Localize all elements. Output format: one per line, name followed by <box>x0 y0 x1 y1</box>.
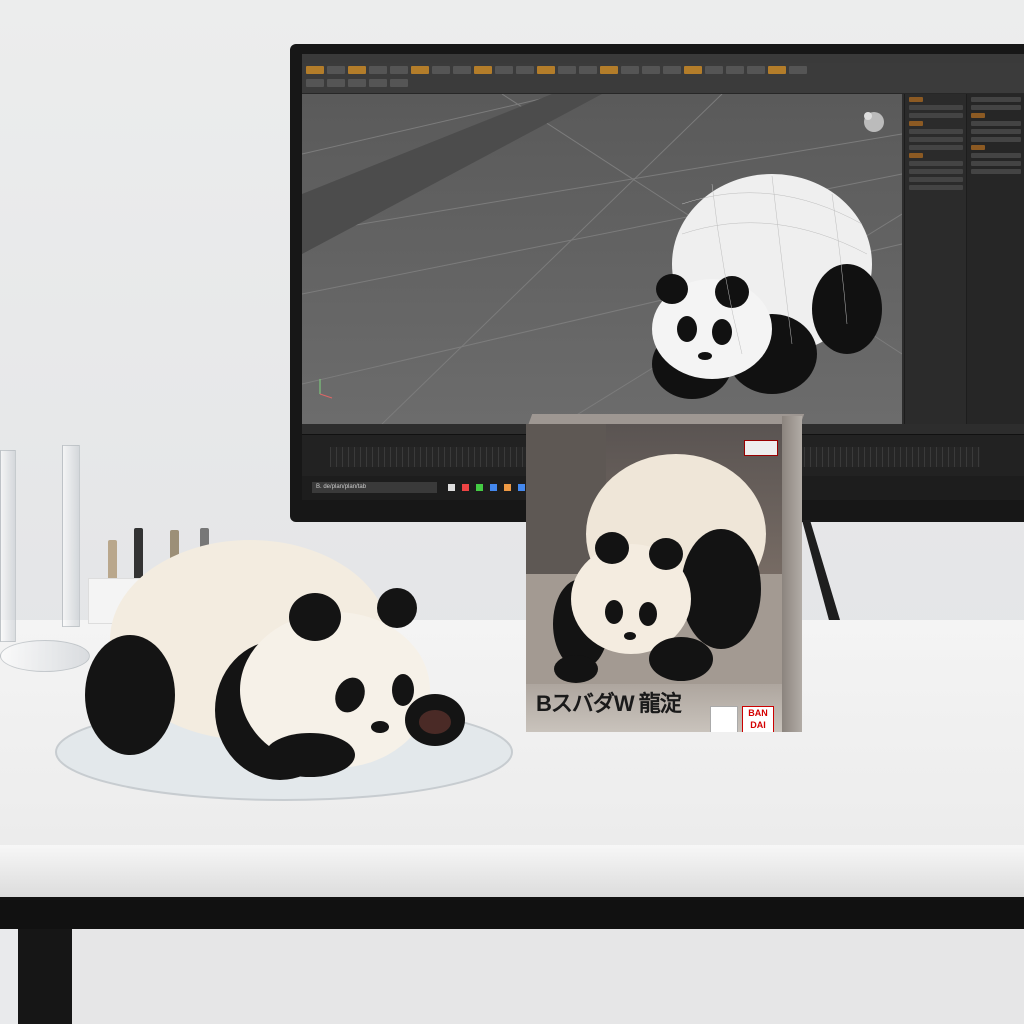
toolbar-button[interactable] <box>747 66 765 74</box>
floor <box>72 929 1024 1024</box>
panel-row[interactable] <box>971 169 1021 174</box>
brand-logo: BAN DAI <box>742 706 774 732</box>
box-panda-photo <box>526 424 782 684</box>
panda-3d-model[interactable] <box>652 174 882 399</box>
panel-row[interactable] <box>909 121 923 126</box>
toolbar-button[interactable] <box>348 66 366 74</box>
ground-shadow-band <box>302 94 602 254</box>
toolbar-button[interactable] <box>306 66 324 74</box>
toolbar-button[interactable] <box>453 66 471 74</box>
viewport-scene <box>302 94 902 424</box>
toolbar-button[interactable] <box>432 66 450 74</box>
toolbar-button[interactable] <box>684 66 702 74</box>
app-icon[interactable] <box>518 484 525 491</box>
toolbar-button[interactable] <box>663 66 681 74</box>
desk-edge <box>0 845 1024 898</box>
toolbar-button[interactable] <box>348 79 366 87</box>
panel-row[interactable] <box>971 161 1021 166</box>
toolbar-row-top <box>306 66 807 76</box>
toolbar-button[interactable] <box>327 66 345 74</box>
app-menu-bar[interactable] <box>302 54 1024 63</box>
acrylic-stand <box>0 450 16 642</box>
toolbar-button[interactable] <box>369 79 387 87</box>
command-input[interactable]: B. de/plan/plan/tab <box>312 482 437 493</box>
panel-row[interactable] <box>909 97 923 102</box>
outliner-panel[interactable] <box>904 94 967 424</box>
toolbar-button[interactable] <box>621 66 639 74</box>
app-icon[interactable] <box>462 484 469 491</box>
desk-frame <box>0 897 1024 929</box>
box-corner-badge <box>744 440 778 456</box>
app-icon[interactable] <box>504 484 511 491</box>
toolbar-row-bottom <box>306 79 408 89</box>
panel-row[interactable] <box>909 137 963 142</box>
panel-row[interactable] <box>909 129 963 134</box>
panel-row[interactable] <box>909 177 963 182</box>
toolbar-button[interactable] <box>600 66 618 74</box>
monitor-stand-arm <box>802 520 840 624</box>
acrylic-stand <box>62 445 80 627</box>
panel-row[interactable] <box>909 169 963 174</box>
app-toolbar <box>302 63 1024 94</box>
taskbar-icons <box>448 484 525 491</box>
panel-row[interactable] <box>909 145 963 150</box>
toolbar-button[interactable] <box>390 79 408 87</box>
view-cube[interactable] <box>864 112 884 132</box>
app-icon[interactable] <box>476 484 483 491</box>
app-icon[interactable] <box>490 484 497 491</box>
toolbar-button[interactable] <box>558 66 576 74</box>
box-front: BスバダW 龍淀 BAN DAI <box>526 424 782 732</box>
panel-row[interactable] <box>909 185 963 190</box>
toolbar-button[interactable] <box>306 79 324 87</box>
toolbar-button[interactable] <box>390 66 408 74</box>
axis-gizmo <box>319 379 333 399</box>
box-small-logo <box>710 706 738 732</box>
desk-leg <box>18 929 72 1024</box>
toolbar-button[interactable] <box>495 66 513 74</box>
toolbar-button[interactable] <box>474 66 492 74</box>
panel-row[interactable] <box>971 153 1021 158</box>
toolbar-button[interactable] <box>726 66 744 74</box>
toolbar-button[interactable] <box>705 66 723 74</box>
toolbar-button[interactable] <box>516 66 534 74</box>
panel-row[interactable] <box>909 153 923 158</box>
acrylic-base <box>0 640 90 672</box>
panel-row[interactable] <box>909 161 963 166</box>
panel-row[interactable] <box>971 129 1021 134</box>
toolbar-button[interactable] <box>327 79 345 87</box>
panel-row[interactable] <box>971 105 1021 110</box>
panel-row[interactable] <box>971 113 985 118</box>
app-icon[interactable] <box>448 484 455 491</box>
attribute-panel[interactable] <box>966 94 1024 424</box>
panda-figure[interactable] <box>80 520 480 790</box>
toolbar-button[interactable] <box>789 66 807 74</box>
box-title: BスバダW 龍淀 <box>536 691 682 716</box>
panel-row[interactable] <box>909 113 963 118</box>
panel-row[interactable] <box>909 105 963 110</box>
toolbar-button[interactable] <box>369 66 387 74</box>
box-side <box>782 416 802 732</box>
toolbar-button[interactable] <box>579 66 597 74</box>
panel-row[interactable] <box>971 145 985 150</box>
toolbar-button[interactable] <box>537 66 555 74</box>
product-box[interactable]: BスバダW 龍淀 BAN DAI <box>526 414 805 732</box>
panel-row[interactable] <box>971 97 1021 102</box>
3d-viewport[interactable] <box>302 94 902 424</box>
panel-row[interactable] <box>971 121 1021 126</box>
toolbar-button[interactable] <box>411 66 429 74</box>
panel-row[interactable] <box>971 137 1021 142</box>
toolbar-button[interactable] <box>768 66 786 74</box>
toolbar-button[interactable] <box>642 66 660 74</box>
